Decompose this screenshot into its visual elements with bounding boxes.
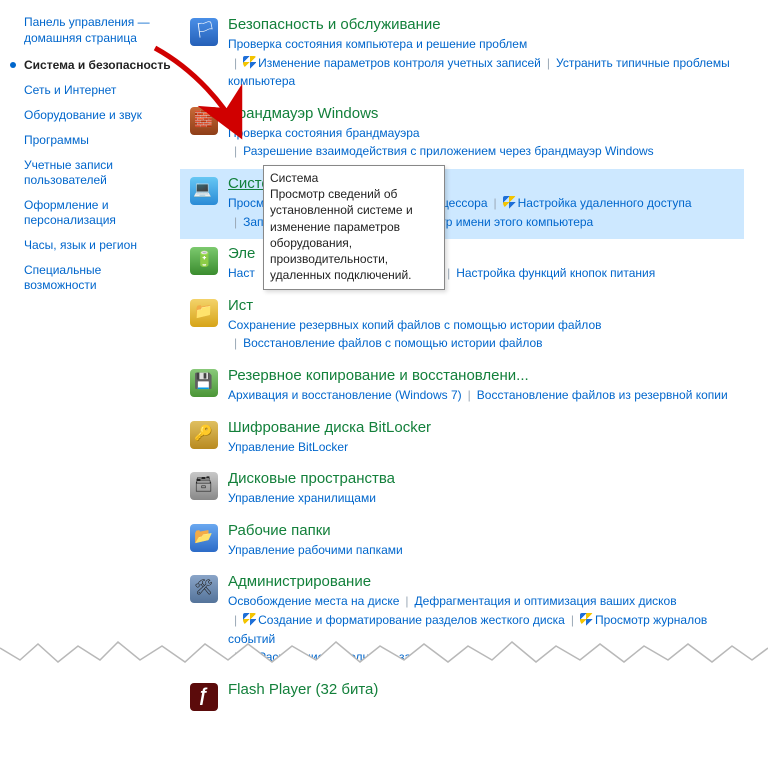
category-title-firewall[interactable]: Брандмауэр Windows [228,105,740,122]
category-title-workfolders[interactable]: Рабочие папки [228,522,740,539]
sidebar-item-7[interactable]: Специальные возможности [24,263,174,293]
workfolders-icon [184,522,224,552]
backup-icon [184,367,224,397]
flash-icon [184,681,224,711]
category-flash: Flash Player (32 бита) [180,675,744,719]
link-storage-0[interactable]: Управление хранилищами [228,491,376,505]
category-security: Безопасность и обслуживание Проверка сост… [180,10,744,99]
category-body: Безопасность и обслуживание Проверка сост… [224,16,740,91]
sidebar: Панель управления — домашняя страница Си… [0,10,180,719]
link-workfolders-0[interactable]: Управление рабочими папками [228,543,403,557]
category-title-backup[interactable]: Резервное копирование и восстановлени... [228,367,740,384]
category-title-storage[interactable]: Дисковые пространства [228,470,740,487]
tooltip-title: Система [270,170,438,186]
category-storage: Дисковые пространства Управление хранилищ… [180,464,744,516]
sidebar-item-3[interactable]: Программы [24,133,174,148]
uac-shield-icon [243,56,256,69]
sidebar-item-1[interactable]: Сеть и Интернет [24,83,174,98]
link-power-2[interactable]: Настройка функций кнопок питания [456,266,655,280]
category-body: Резервное копирование и восстановлени...… [224,367,740,405]
system-tooltip: Система Просмотр сведений об установленн… [263,165,445,290]
link-system-1[interactable]: Настройка удаленного доступа [518,196,692,210]
category-title-admin[interactable]: Администрирование [228,573,740,590]
uac-shield-icon [243,613,256,626]
category-links: Сохранение резервных копий файлов с помо… [228,316,740,353]
bitlocker-icon [184,419,224,449]
security-icon [184,16,224,46]
link-power-0[interactable]: Наст [228,266,255,280]
link-firewall-1[interactable]: Разрешение взаимодействия с приложением … [243,144,654,158]
category-body: Брандмауэр Windows Проверка состояния бра… [224,105,740,161]
category-links: Проверка состояния компьютера и решение … [228,35,740,91]
category-body: Ист Сохранение резервных копий файлов с п… [224,297,740,353]
category-backup: Резервное копирование и восстановлени...… [180,361,744,413]
category-body: Шифрование диска BitLocker Управление Bit… [224,419,740,457]
category-links: Архивация и восстановление (Windows 7)|В… [228,386,740,405]
separator: | [228,213,243,232]
category-title-security[interactable]: Безопасность и обслуживание [228,16,740,33]
category-title-bitlocker[interactable]: Шифрование диска BitLocker [228,419,740,436]
firewall-icon [184,105,224,135]
link-security-1[interactable]: Изменение параметров контроля учетных за… [258,56,541,70]
system-icon [184,175,224,205]
category-history: Ист Сохранение резервных копий файлов с п… [180,291,744,361]
power-icon [184,245,224,275]
category-body: Рабочие папки Управление рабочими папками [224,522,740,560]
torn-edge-decoration [0,630,768,670]
category-list: Безопасность и обслуживание Проверка сост… [180,10,764,719]
sidebar-home-line2: домашняя страница [24,31,137,45]
separator: | [565,611,580,630]
link-history-0[interactable]: Сохранение резервных копий файлов с помо… [228,318,602,332]
sidebar-item-5[interactable]: Оформление и персонализация [24,198,174,228]
link-bitlocker-0[interactable]: Управление BitLocker [228,440,348,454]
sidebar-item-6[interactable]: Часы, язык и регион [24,238,174,253]
category-title-history[interactable]: Ист [228,297,740,314]
separator: | [488,194,503,213]
category-links: Проверка состояния брандмауэра |Разрешени… [228,124,740,161]
category-links: Управление рабочими папками [228,541,740,560]
storage-icon [184,470,224,500]
category-links: Управление хранилищами [228,489,740,508]
category-firewall: Брандмауэр Windows Проверка состояния бра… [180,99,744,169]
link-admin-0[interactable]: Освобождение места на диске [228,594,399,608]
category-workfolders: Рабочие папки Управление рабочими папками [180,516,744,568]
history-icon [184,297,224,327]
category-links: Управление BitLocker [228,438,740,457]
category-bitlocker: Шифрование диска BitLocker Управление Bit… [180,413,744,465]
separator: | [228,611,243,630]
link-backup-0[interactable]: Архивация и восстановление (Windows 7) [228,388,462,402]
uac-shield-icon [580,613,593,626]
separator: | [228,54,243,73]
separator: | [228,142,243,161]
link-admin-2[interactable]: Создание и форматирование разделов жестк… [258,613,565,627]
admin-icon [184,573,224,603]
link-backup-1[interactable]: Восстановление файлов из резервной копии [477,388,728,402]
sidebar-item-4[interactable]: Учетные записи пользователей [24,158,174,188]
uac-shield-icon [503,196,516,209]
sidebar-home-link[interactable]: Панель управления — домашняя страница [24,14,174,46]
sidebar-home-line1: Панель управления — [24,15,150,29]
link-security-0[interactable]: Проверка состояния компьютера и решение … [228,37,527,51]
separator: | [399,592,414,611]
link-firewall-0[interactable]: Проверка состояния брандмауэра [228,126,420,140]
sidebar-item-0[interactable]: Система и безопасность [24,58,174,73]
link-system-3[interactable]: смотр имени этого компьютера [420,215,594,229]
category-body: Flash Player (32 бита) [224,681,740,700]
category-title-flash[interactable]: Flash Player (32 бита) [228,681,740,698]
tooltip-body: Просмотр сведений об установленной систе… [270,186,438,283]
category-body: Дисковые пространства Управление хранилищ… [224,470,740,508]
link-history-1[interactable]: Восстановление файлов с помощью истории … [243,336,542,350]
link-admin-1[interactable]: Дефрагментация и оптимизация ваших диско… [415,594,677,608]
sidebar-item-2[interactable]: Оборудование и звук [24,108,174,123]
separator: | [462,386,477,405]
separator: | [541,54,556,73]
separator: | [228,334,243,353]
